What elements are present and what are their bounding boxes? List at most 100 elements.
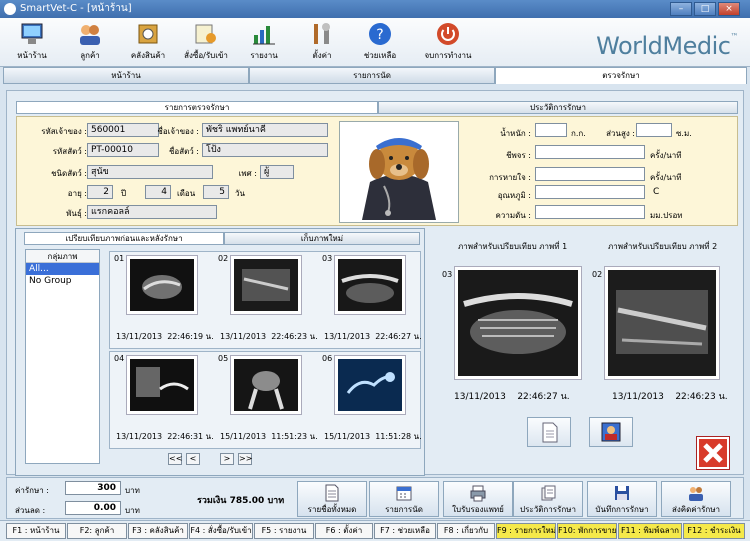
main-tabs: หน้าร้าน รายการนัด ตรวจรักษา <box>3 67 747 84</box>
fkey-f5[interactable]: F5 : รายงาน <box>254 523 314 539</box>
respiration-label: การหายใจ : <box>489 173 531 182</box>
xray-image <box>126 355 198 415</box>
send-billing-button[interactable]: ส่งคิดค่ารักษา <box>661 481 731 517</box>
thumbnail-02[interactable]: 02 13/11/2013 22:46:23 น. <box>216 252 318 348</box>
title-bar: SmartVet-C - [หน้าร้าน] – □ × <box>0 0 750 18</box>
age-years-field[interactable]: 2 <box>87 185 113 199</box>
thumbnail-grid: 01 13/11/2013 22:46:19 น. 02 13/11/2013 … <box>109 251 422 451</box>
fee-field[interactable]: 300 <box>65 481 121 495</box>
view-document-button[interactable] <box>527 417 571 447</box>
sex-field[interactable]: ผู้ <box>260 165 294 179</box>
tab-examination[interactable]: ตรวจรักษา <box>495 67 747 84</box>
years-unit-label: ปี <box>121 189 127 198</box>
fkey-f10[interactable]: F10: พักการขาย <box>557 523 617 539</box>
treatment-history-button[interactable]: ประวัติการรักษา <box>513 481 583 517</box>
close-window-button[interactable]: × <box>718 2 740 16</box>
pager-first-button[interactable]: << <box>168 453 182 465</box>
pager-next-button[interactable]: > <box>220 453 234 465</box>
all-names-button[interactable]: รายชื่อทั้งหมด <box>297 481 367 517</box>
toolbar-report-button[interactable]: รายงาน <box>238 20 290 64</box>
age-days-field[interactable]: 5 <box>203 185 229 199</box>
breed-label: พันธุ์ : <box>66 209 87 218</box>
app-icon <box>4 3 16 15</box>
thumbnail-row: 04 13/11/2013 22:46:31 น. 05 15/11/2013 … <box>109 351 422 449</box>
weight-field[interactable] <box>535 123 567 137</box>
owner-name-field[interactable]: พัชริ แพทย์นาคี <box>202 123 328 137</box>
fee-label: ค่ารักษา : <box>15 486 49 495</box>
thumbnail-06[interactable]: 06 15/11/2013 11:51:28 น. <box>320 352 422 448</box>
fkey-f1[interactable]: F1 : หน้าร้าน <box>6 523 66 539</box>
toolbar-help-button[interactable]: ? ช่วยเหลือ <box>354 20 406 64</box>
pet-name-field[interactable]: โป้ง <box>202 143 328 157</box>
toolbar-customers-button[interactable]: ลูกค้า <box>64 20 116 64</box>
tab-compare-images[interactable]: เปรียบเทียบภาพก่อนและหลังรักษา <box>24 232 224 245</box>
fkey-f4[interactable]: F4 : สั่งซื้อ/รับเข้า <box>189 523 253 539</box>
toolbar-purchase-button[interactable]: สั่งซื้อ/รับเข้า <box>180 20 232 64</box>
xray-image <box>126 255 198 315</box>
compare-image-1[interactable] <box>454 266 582 380</box>
maximize-button[interactable]: □ <box>694 2 716 16</box>
temperature-field[interactable] <box>535 185 645 199</box>
months-unit-label: เดือน <box>177 189 196 198</box>
blood-pressure-label: ความดัน : <box>495 211 531 220</box>
compare-2-date: 13/11/2013 22:46:23 น. <box>612 392 728 402</box>
save-disk-icon <box>615 486 629 500</box>
pulse-field[interactable] <box>535 145 645 159</box>
height-unit: ซ.ม. <box>676 129 692 138</box>
tab-front-store[interactable]: หน้าร้าน <box>3 67 249 84</box>
thumbnail-01[interactable]: 01 13/11/2013 22:46:19 น. <box>112 252 214 348</box>
height-label: ส่วนสูง : <box>606 129 635 138</box>
thumbnail-03[interactable]: 03 13/11/2013 22:46:27 น. <box>320 252 422 348</box>
toolbar-exit-button[interactable]: จบการทำงาน <box>418 20 478 64</box>
toolbar-warehouse-button[interactable]: คลังสินค้า <box>122 20 174 64</box>
fkey-f9[interactable]: F9 : รายการใหม่ <box>496 523 556 539</box>
pager-last-button[interactable]: >> <box>238 453 252 465</box>
customers-icon <box>80 25 100 45</box>
fkey-f6[interactable]: F6 : ตั้งค่า <box>315 523 373 539</box>
group-item-no-group[interactable]: No Group <box>26 275 99 287</box>
pet-photo[interactable] <box>339 121 459 223</box>
group-item-all[interactable]: All... <box>26 263 99 275</box>
height-field[interactable] <box>636 123 672 137</box>
medical-certificate-button[interactable]: ใบรับรองแพทย์ <box>443 481 513 517</box>
blood-pressure-field[interactable] <box>535 205 645 219</box>
image-gallery-section: เปรียบเทียบภาพก่อนและหลังรักษา เก็บภาพให… <box>15 228 425 476</box>
thumbnail-04[interactable]: 04 13/11/2013 22:46:31 น. <box>112 352 214 448</box>
fkey-f2[interactable]: F2: ลูกค้า <box>67 523 127 539</box>
species-label: ชนิดสัตว์ : <box>51 169 87 178</box>
toolbar-front-store-button[interactable]: หน้าร้าน <box>6 20 58 64</box>
toolbar-settings-button[interactable]: ตั้งค่า <box>296 20 348 64</box>
age-months-field[interactable]: 4 <box>145 185 171 199</box>
tab-treatment-history[interactable]: ประวัติการรักษา <box>378 101 738 114</box>
image-group-list[interactable]: กลุ่มภาพ All... No Group <box>25 249 100 464</box>
fkey-f7[interactable]: F7 : ช่วยเหลือ <box>374 523 436 539</box>
view-picture-button[interactable] <box>589 417 633 447</box>
respiration-unit: ครั้ง/นาที <box>650 173 682 182</box>
thumbnail-date: 13/11/2013 22:46:19 น. <box>116 332 214 341</box>
save-treatment-button[interactable]: บันทึกการรักษา <box>587 481 657 517</box>
discount-label: ส่วนลด : <box>15 506 46 515</box>
fkey-f8[interactable]: F8 : เกี่ยวกับ <box>437 523 495 539</box>
compare-image-2[interactable] <box>604 266 720 380</box>
tab-new-images[interactable]: เก็บภาพใหม่ <box>224 232 420 245</box>
temperature-label: อุณหภูมิ : <box>497 191 531 200</box>
fkey-f12[interactable]: F12 : ชำระเงิน <box>683 523 745 539</box>
svg-text:?: ? <box>376 27 383 43</box>
pager-prev-button[interactable]: < <box>186 453 200 465</box>
breed-field[interactable]: แรกคอลล์ <box>87 205 217 219</box>
appointments-button[interactable]: รายการนัด <box>369 481 439 517</box>
species-field[interactable]: สุนัข <box>87 165 213 179</box>
tab-exam-list[interactable]: รายการตรวจรักษา <box>16 101 378 114</box>
minimize-button[interactable]: – <box>670 2 692 16</box>
fkey-f3[interactable]: F3 : คลังสินค้า <box>128 523 188 539</box>
pulse-label: ชีพจร : <box>506 151 531 160</box>
xray-image <box>608 270 716 376</box>
thumbnail-05[interactable]: 05 15/11/2013 11:51:23 น. <box>216 352 318 448</box>
fkey-f11[interactable]: F11 : พิมพ์ฉลาก <box>618 523 682 539</box>
tab-appointments[interactable]: รายการนัด <box>249 67 495 84</box>
respiration-field[interactable] <box>535 167 645 181</box>
printer-icon <box>470 485 486 502</box>
discount-field[interactable]: 0.00 <box>65 501 121 515</box>
delete-button[interactable] <box>697 437 729 469</box>
people-icon <box>689 487 703 501</box>
